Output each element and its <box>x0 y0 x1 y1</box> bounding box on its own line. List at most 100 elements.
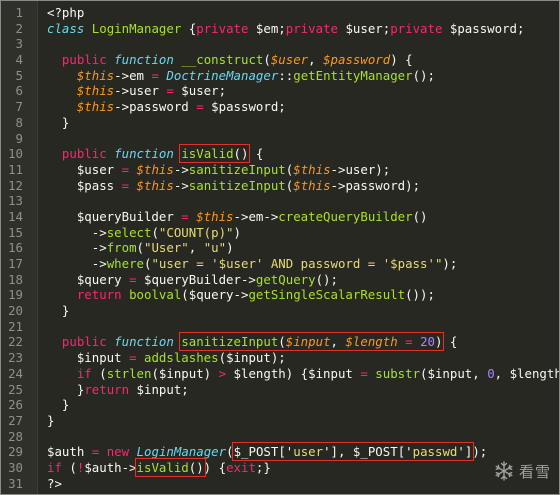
line-source: $user = $this->sanitizeInput($this->user… <box>47 162 390 178</box>
line-number: 2 <box>15 20 23 36</box>
line-source: $pass = $this->sanitizeInput($this->pass… <box>47 178 420 194</box>
code-line: 5 $this->em = DoctrineManager::getEntity… <box>1 68 559 84</box>
line-source: } <box>47 303 69 319</box>
code-token: $auth <box>47 444 92 460</box>
code-token: $this <box>196 208 234 224</box>
code-token: ($input); <box>218 350 286 366</box>
code-token: return <box>84 381 130 397</box>
line-number: 28 <box>8 428 23 444</box>
code-token: ($input) <box>151 365 219 381</box>
code-token: user <box>293 444 324 460</box>
code-token: return <box>76 287 122 303</box>
code-token: $length <box>345 334 398 350</box>
code-token: $this <box>293 161 331 177</box>
code-token: class <box>47 20 85 36</box>
code-line: 12 $pass = $this->sanitizeInput($this->p… <box>1 178 559 194</box>
code-token: } <box>47 381 85 397</box>
code-token: , $length); <box>494 365 559 381</box>
code-token: , <box>188 240 204 256</box>
line-source: $query = $queryBuilder->getQuery(); <box>47 272 338 288</box>
code-token: -> <box>47 256 107 271</box>
line-source: }return $input; <box>47 382 189 398</box>
code-token: function <box>114 334 174 350</box>
code-line: 26 } <box>1 397 559 413</box>
line-number: 27 <box>8 412 23 428</box>
code-token: __construct <box>181 52 264 68</box>
line-number: 10 <box>8 146 23 162</box>
code-token: where <box>106 256 144 271</box>
code-editor: 1 <?php 2 class LoginManager {private $em;p… <box>0 0 560 495</box>
code-token: -> <box>47 240 107 256</box>
code-token: $password <box>323 52 391 68</box>
code-token: ) <box>226 240 234 256</box>
code-token: public <box>61 334 107 350</box>
code-token: ?> <box>47 475 62 491</box>
code-token: function <box>114 52 174 68</box>
code-line: 20 } <box>1 303 559 319</box>
line-source: } <box>47 115 69 131</box>
code-line: 23 $input = addslashes($input); <box>1 350 559 366</box>
code-token: ) <box>233 224 241 240</box>
code-token: ()); <box>405 287 435 303</box>
code-token: LoginManager <box>91 20 182 36</box>
code-token: (); <box>412 67 435 83</box>
code-token: = <box>129 350 137 366</box>
code-token: , <box>330 334 346 350</box>
code-token: $this <box>293 177 331 193</box>
code-token: () <box>188 459 204 475</box>
code-line: 31 ?> <box>1 476 559 492</box>
code-token: $auth-> <box>84 459 137 475</box>
line-source: $auth = new LoginManager($_POST['user'],… <box>47 442 487 462</box>
line-source: $queryBuilder = $this->em->createQueryBu… <box>47 209 428 225</box>
code-token: ( <box>151 224 159 240</box>
line-source: public function __construct($user, $pass… <box>47 52 413 68</box>
code-line: 10 public function isValid() { <box>1 144 559 164</box>
line-number: 4 <box>15 52 23 68</box>
code-token: $input <box>47 350 130 366</box>
code-token: $this <box>76 83 115 99</box>
code-line: 22 public function sanitizeInput($input,… <box>1 332 559 352</box>
code-token: private <box>285 20 338 36</box>
code-token: from <box>106 240 137 256</box>
line-source: $this->em = DoctrineManager::getEntityMa… <box>47 68 435 84</box>
code-line: 13 <box>1 193 559 209</box>
code-line: 1 <?php <box>1 5 559 21</box>
line-source: <?php <box>47 5 84 21</box>
code-line: 28 <box>1 429 559 445</box>
code-line: 15 ->select("COUNT(p)") <box>1 225 559 241</box>
code-token: strlen <box>106 365 152 381</box>
code-line: 7 $this->password = $password; <box>1 99 559 115</box>
line-number: 6 <box>15 83 23 99</box>
code-line: 8 } <box>1 115 559 131</box>
code-token: = <box>181 208 189 224</box>
code-token: isValid <box>181 146 234 162</box>
line-source: ?> <box>47 476 62 492</box>
code-token: createQueryBuilder <box>278 208 413 224</box>
code-token: sanitizeInput <box>188 161 286 177</box>
code-token: $user; <box>173 83 227 99</box>
code-token: LoginManager <box>136 444 227 460</box>
code-token: ($query-> <box>181 287 249 303</box>
line-number: 31 <box>8 475 23 491</box>
code-token: ($input, <box>420 365 488 381</box>
highlight-box: $_POST['user'], $_POST['passwd'] <box>231 442 475 462</box>
code-token: $input <box>285 334 331 350</box>
code-line: 19 return boolval($query->getSingleScala… <box>1 287 559 303</box>
highlight-box: sanitizeInput($input, $length = 20) <box>179 332 445 352</box>
code-token: 0 <box>487 365 495 381</box>
code-token: $password; <box>442 20 525 36</box>
line-number: 25 <box>8 381 23 397</box>
line-number: 21 <box>8 318 23 334</box>
code-token: "User" <box>144 240 189 256</box>
code-token: { <box>442 334 458 350</box>
code-token: = <box>360 365 368 381</box>
code-token: $length) {$input <box>226 365 361 381</box>
line-number: 29 <box>8 444 23 460</box>
highlight-box: isValid() <box>179 144 251 164</box>
code-token: = <box>151 67 159 83</box>
code-token: boolval <box>129 287 182 303</box>
